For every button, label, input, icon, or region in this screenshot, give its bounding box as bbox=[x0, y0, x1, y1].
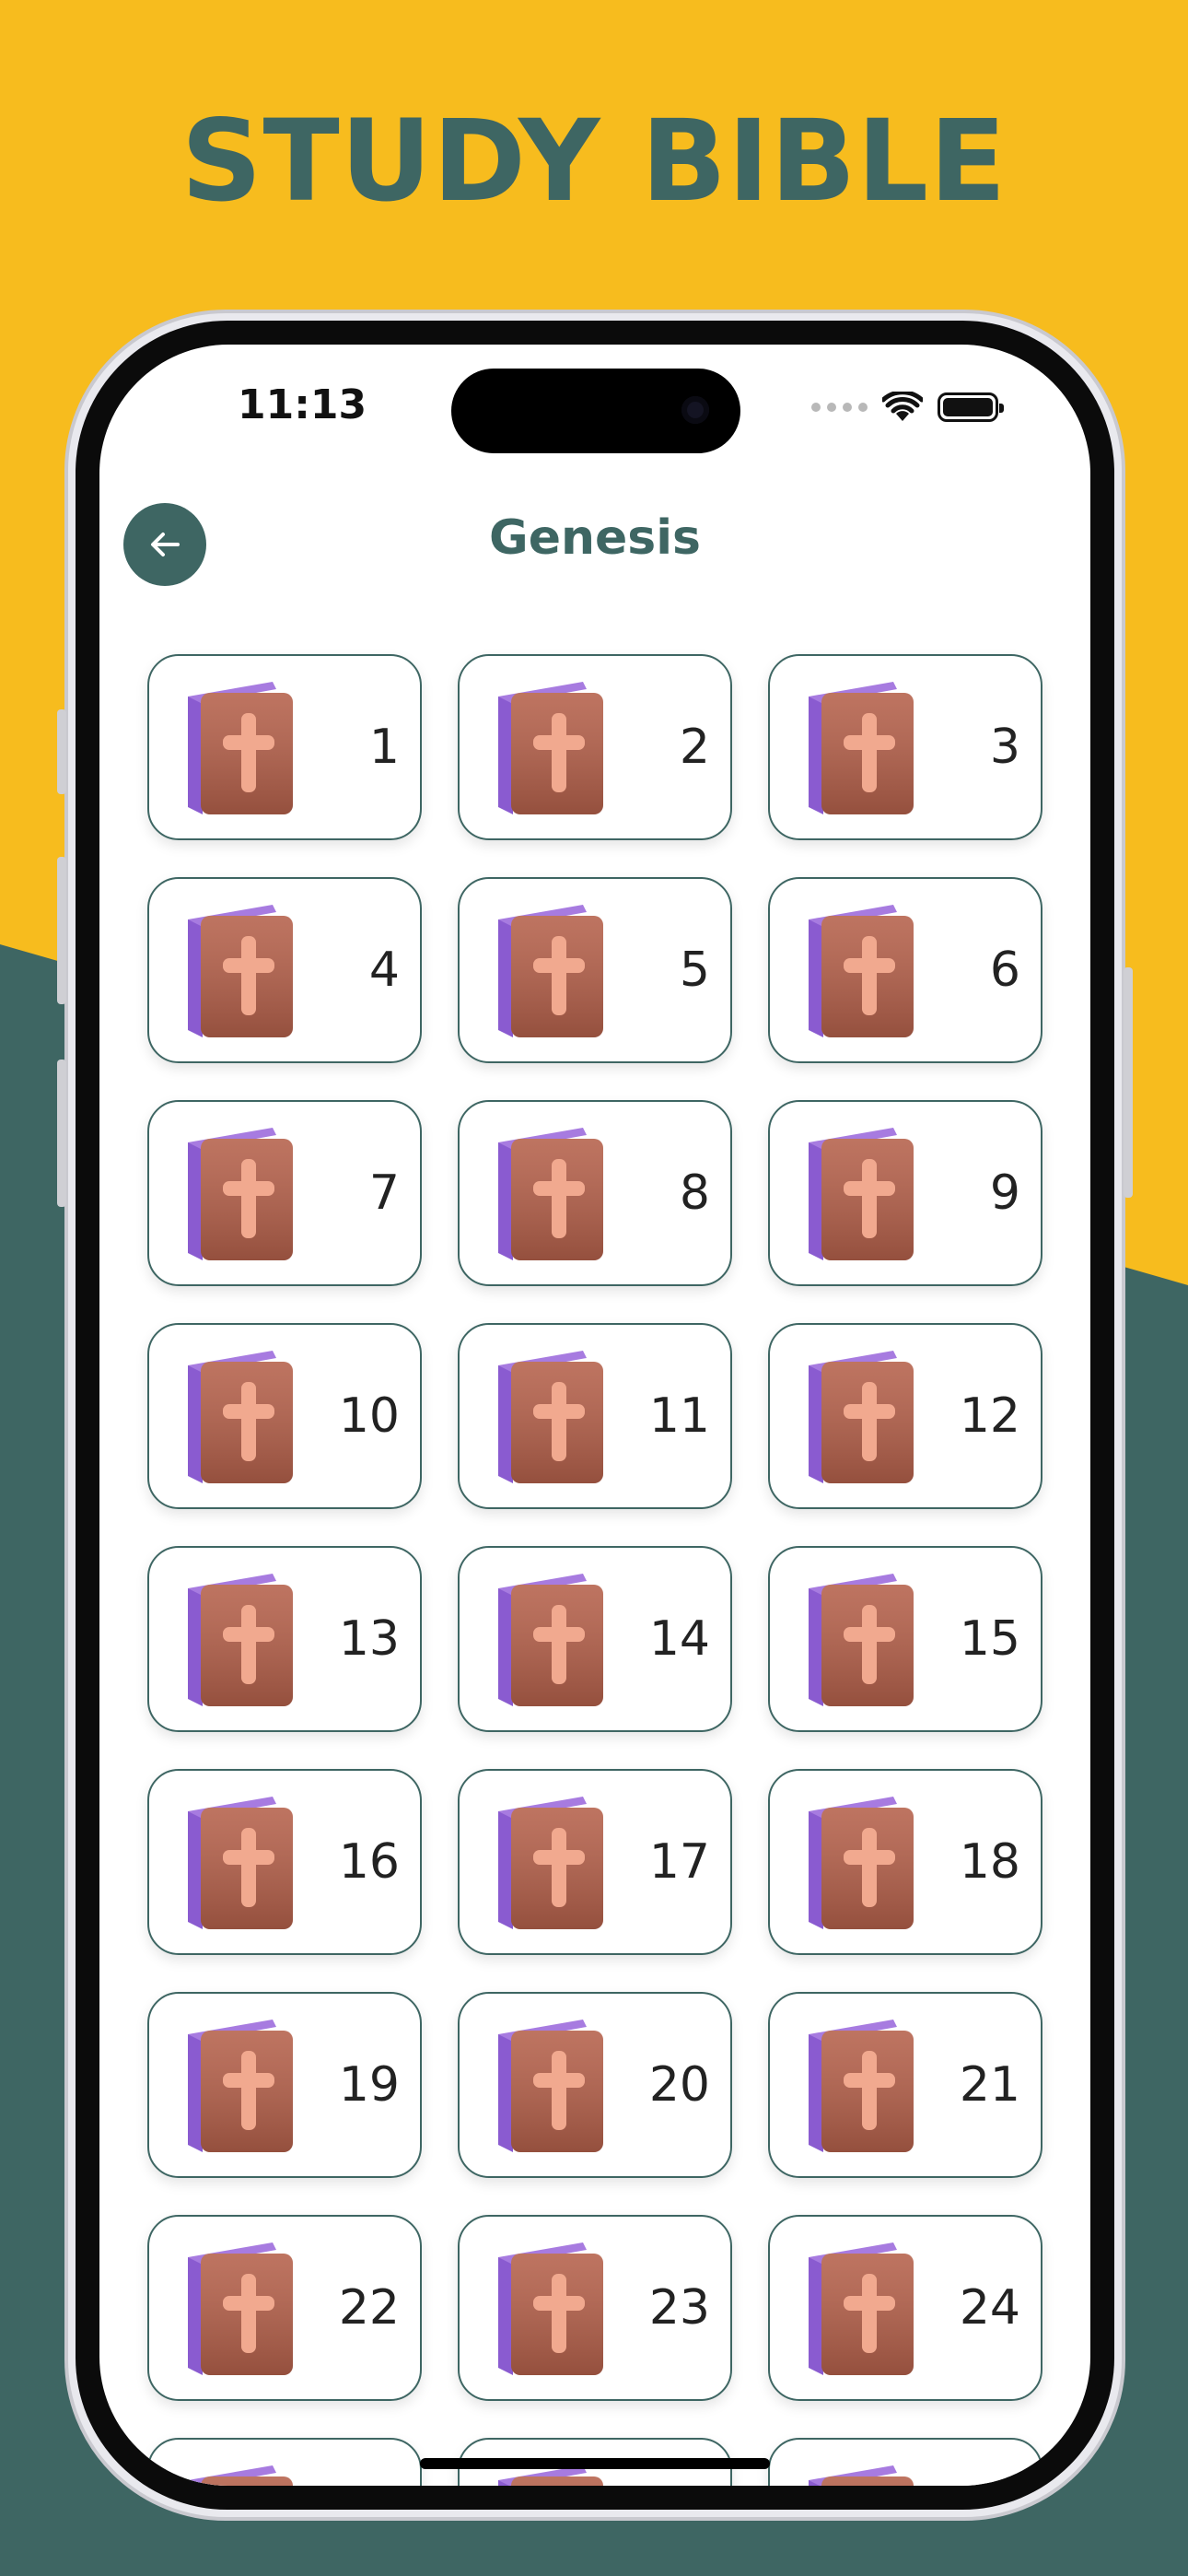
chapter-card-16[interactable]: 16 bbox=[147, 1769, 422, 1955]
chapter-number: 9 bbox=[989, 1165, 1020, 1221]
chapter-card-6[interactable]: 6 bbox=[768, 877, 1042, 1063]
bible-icon bbox=[498, 905, 603, 1037]
bible-icon bbox=[498, 1351, 603, 1483]
chapter-card-14[interactable]: 14 bbox=[458, 1546, 732, 1732]
chapter-card-19[interactable]: 19 bbox=[147, 1992, 422, 2178]
chapter-card-9[interactable]: 9 bbox=[768, 1100, 1042, 1286]
chapter-number: 8 bbox=[679, 1165, 710, 1221]
bible-icon bbox=[809, 2465, 914, 2486]
bible-icon bbox=[498, 1797, 603, 1929]
chapter-card-5[interactable]: 5 bbox=[458, 877, 732, 1063]
bible-icon bbox=[188, 1797, 293, 1929]
chapter-card-8[interactable]: 8 bbox=[458, 1100, 732, 1286]
bible-icon bbox=[498, 1574, 603, 1706]
chapter-number: 10 bbox=[338, 1388, 400, 1444]
chapter-number: 12 bbox=[959, 1388, 1020, 1444]
status-icons bbox=[811, 389, 1004, 426]
phone-screen: 11:13 Genesis 1 2 3 4 5 6 7 8 9 10 11 12… bbox=[99, 345, 1090, 2486]
chapter-card-23[interactable]: 23 bbox=[458, 2215, 732, 2401]
chapter-card-3[interactable]: 3 bbox=[768, 654, 1042, 840]
chapter-card-27[interactable]: 27 bbox=[768, 2438, 1042, 2486]
chapter-number: 20 bbox=[648, 2057, 710, 2113]
status-time: 11:13 bbox=[238, 381, 367, 428]
bible-icon bbox=[809, 905, 914, 1037]
chapter-number: 6 bbox=[989, 943, 1020, 998]
camera-icon bbox=[681, 396, 709, 424]
volume-up-button bbox=[57, 857, 66, 1004]
cellular-signal-icon bbox=[811, 403, 868, 412]
chapter-number: 27 bbox=[960, 2440, 1020, 2486]
chapter-card-22[interactable]: 22 bbox=[147, 2215, 422, 2401]
chapter-number: 1 bbox=[368, 720, 400, 775]
chapter-number: 25 bbox=[339, 2440, 400, 2486]
chapter-number: 22 bbox=[338, 2280, 400, 2336]
chapter-card-17[interactable]: 17 bbox=[458, 1769, 732, 1955]
bible-icon bbox=[188, 1574, 293, 1706]
chapter-card-13[interactable]: 13 bbox=[147, 1546, 422, 1732]
bible-icon bbox=[188, 1351, 293, 1483]
bible-icon bbox=[809, 2020, 914, 2152]
bible-icon bbox=[188, 905, 293, 1037]
chapter-card-10[interactable]: 10 bbox=[147, 1323, 422, 1509]
chapter-card-15[interactable]: 15 bbox=[768, 1546, 1042, 1732]
bible-icon bbox=[498, 682, 603, 814]
bible-icon bbox=[809, 682, 914, 814]
bible-icon bbox=[188, 682, 293, 814]
bible-icon bbox=[498, 1128, 603, 1260]
chapter-number: 21 bbox=[959, 2057, 1020, 2113]
chapter-number: 2 bbox=[679, 720, 710, 775]
chapter-number: 19 bbox=[338, 2057, 400, 2113]
chapter-number: 11 bbox=[648, 1388, 710, 1444]
bible-icon bbox=[188, 2465, 293, 2486]
chapter-grid: 1 2 3 4 5 6 7 8 9 10 11 12 13 14 15 16 1… bbox=[147, 654, 1042, 2486]
chapter-card-12[interactable]: 12 bbox=[768, 1323, 1042, 1509]
chapter-card-21[interactable]: 21 bbox=[768, 1992, 1042, 2178]
volume-down-button bbox=[57, 1060, 66, 1207]
chapter-number: 16 bbox=[338, 1834, 400, 1890]
chapter-card-18[interactable]: 18 bbox=[768, 1769, 1042, 1955]
page-title: Genesis bbox=[489, 510, 701, 566]
chapter-number: 15 bbox=[959, 1611, 1020, 1667]
chapter-number: 13 bbox=[338, 1611, 400, 1667]
bible-icon bbox=[188, 2020, 293, 2152]
silent-switch bbox=[57, 709, 66, 794]
bible-icon bbox=[809, 1797, 914, 1929]
bible-icon bbox=[809, 1574, 914, 1706]
chapter-number: 14 bbox=[648, 1611, 710, 1667]
bible-icon bbox=[809, 1128, 914, 1260]
chapter-number: 5 bbox=[679, 943, 710, 998]
bible-icon bbox=[498, 2020, 603, 2152]
bible-icon bbox=[498, 2242, 603, 2375]
dynamic-island bbox=[451, 369, 740, 453]
chapter-number: 7 bbox=[368, 1165, 400, 1221]
chapter-card-24[interactable]: 24 bbox=[768, 2215, 1042, 2401]
bible-icon bbox=[809, 2242, 914, 2375]
chapter-card-20[interactable]: 20 bbox=[458, 1992, 732, 2178]
chapter-card-7[interactable]: 7 bbox=[147, 1100, 422, 1286]
chapter-card-25[interactable]: 25 bbox=[147, 2438, 422, 2486]
chapter-card-4[interactable]: 4 bbox=[147, 877, 422, 1063]
power-button bbox=[1124, 967, 1133, 1198]
wifi-icon bbox=[882, 392, 923, 421]
bible-icon bbox=[809, 1351, 914, 1483]
chapter-card-2[interactable]: 2 bbox=[458, 654, 732, 840]
chapter-number: 4 bbox=[368, 943, 400, 998]
bible-icon bbox=[188, 2242, 293, 2375]
chapter-card-1[interactable]: 1 bbox=[147, 654, 422, 840]
chapter-number: 23 bbox=[648, 2280, 710, 2336]
chapter-number: 3 bbox=[989, 720, 1020, 775]
battery-icon bbox=[938, 392, 1004, 422]
promo-headline: STUDY BIBLE bbox=[181, 96, 1007, 227]
chapter-card-11[interactable]: 11 bbox=[458, 1323, 732, 1509]
home-indicator bbox=[420, 2458, 770, 2469]
bible-icon bbox=[188, 1128, 293, 1260]
chapter-number: 18 bbox=[959, 1834, 1020, 1890]
chapter-number: 24 bbox=[959, 2280, 1020, 2336]
chapter-number: 17 bbox=[648, 1834, 710, 1890]
